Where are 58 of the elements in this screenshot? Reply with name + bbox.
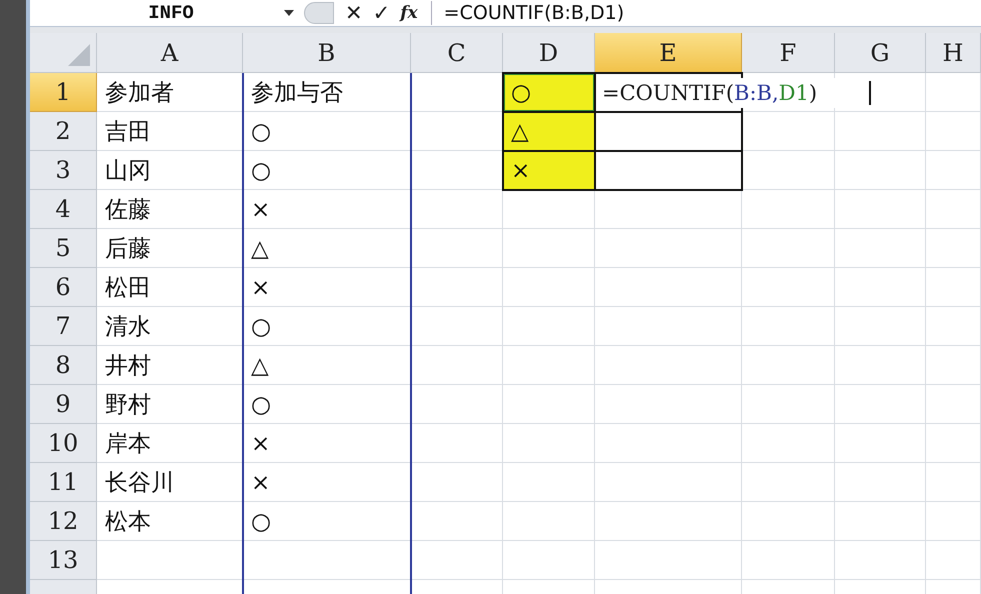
row-header[interactable]: 7	[30, 307, 97, 346]
table-cell[interactable]: 后藤	[97, 229, 243, 268]
name-box[interactable]: INFO	[30, 2, 280, 24]
row-header[interactable]: 6	[30, 268, 97, 307]
table-cell[interactable]: 松田	[97, 268, 243, 307]
column-header[interactable]: E	[595, 33, 742, 73]
caret-icon[interactable]	[284, 10, 294, 16]
text-cursor-icon	[869, 80, 872, 104]
column-header[interactable]: F	[742, 33, 835, 73]
table-cell[interactable]: △	[503, 112, 595, 151]
table-cell[interactable]: ○	[243, 112, 411, 151]
table-cell[interactable]: 松本	[97, 502, 243, 541]
column-header[interactable]: G	[835, 33, 926, 73]
row-header[interactable]: 13	[30, 541, 97, 580]
table-cell[interactable]: ×	[243, 463, 411, 502]
row-header[interactable]: 9	[30, 385, 97, 424]
table-cell[interactable]: 山冈	[97, 151, 243, 190]
table-cell[interactable]: 参加者	[97, 73, 243, 112]
table-cell[interactable]	[595, 151, 742, 190]
row-header[interactable]: 11	[30, 463, 97, 502]
column-header[interactable]: A	[97, 33, 243, 73]
table-cell[interactable]: ×	[243, 424, 411, 463]
row-header[interactable]: 2	[30, 112, 97, 151]
row-header[interactable]: 5	[30, 229, 97, 268]
column-header[interactable]: H	[926, 33, 981, 73]
table-cell[interactable]: ○	[243, 307, 411, 346]
table-cell[interactable]: ○	[243, 385, 411, 424]
table-cell[interactable]: ○	[503, 73, 595, 112]
enter-button[interactable]: ✓	[368, 1, 396, 25]
table-cell[interactable]: ○	[243, 502, 411, 541]
table-cell[interactable]: 井村	[97, 346, 243, 385]
table-cell[interactable]: △	[243, 229, 411, 268]
table-cell[interactable]: 长谷川	[97, 463, 243, 502]
cancel-button[interactable]: ✕	[340, 1, 368, 25]
row-header[interactable]: 10	[30, 424, 97, 463]
grip-icon[interactable]	[304, 2, 334, 24]
insert-function-button[interactable]: fx	[395, 1, 423, 25]
row-header[interactable]: 3	[30, 151, 97, 190]
row-header[interactable]: 12	[30, 502, 97, 541]
table-cell[interactable]: 佐藤	[97, 190, 243, 229]
table-cell[interactable]: △	[243, 346, 411, 385]
table-cell[interactable]: 岸本	[97, 424, 243, 463]
row-header[interactable]: 1	[30, 73, 97, 112]
row-header[interactable]: 8	[30, 346, 97, 385]
table-cell[interactable]: 清水	[97, 307, 243, 346]
table-cell[interactable]: ○	[243, 151, 411, 190]
triangle-icon	[68, 44, 90, 66]
table-cell[interactable]: ×	[503, 151, 595, 190]
row-header[interactable]: 4	[30, 190, 97, 229]
table-cell[interactable]: ×	[243, 268, 411, 307]
column-header[interactable]: D	[503, 33, 595, 73]
table-cell[interactable]: ×	[243, 190, 411, 229]
table-cell[interactable]: 参加与否	[243, 73, 411, 112]
column-header[interactable]: C	[411, 33, 503, 73]
formula-field[interactable]: =COUNTIF(B:B,D1)	[444, 2, 624, 24]
table-cell[interactable]: 吉田	[97, 112, 243, 151]
column-header[interactable]: B	[243, 33, 411, 73]
table-cell[interactable]: 野村	[97, 385, 243, 424]
